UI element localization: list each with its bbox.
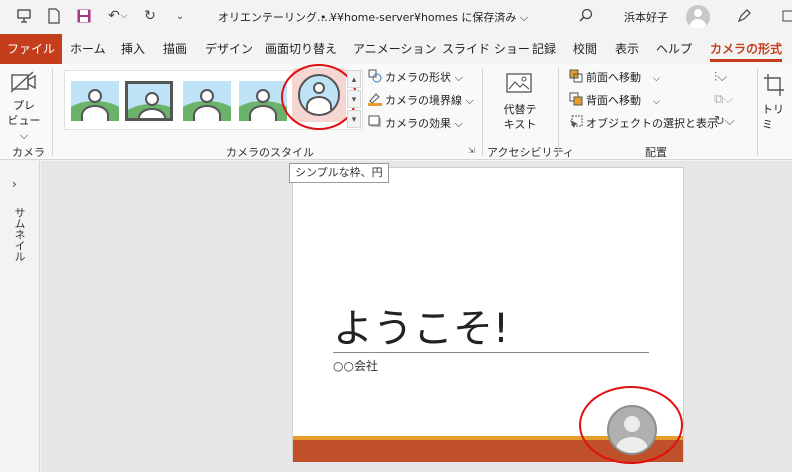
camera-effect-button[interactable]: カメラの効果 ⌵ (368, 114, 463, 134)
tab-record[interactable]: 記録 (532, 34, 556, 64)
style-thumb-4[interactable] (239, 81, 287, 121)
send-backward-dropdown-icon[interactable]: ⌵ (653, 97, 660, 107)
preview-label-line2: ビュー ⌵ (7, 114, 41, 142)
expand-thumbnails-icon[interactable]: › (12, 177, 17, 191)
effect-icon (368, 115, 381, 127)
ribbon-tabs: ファイル ホーム 挿入 描画 デザイン 画面切り替え アニメーション スライド … (0, 34, 792, 64)
bring-forward-icon (569, 69, 583, 83)
crop-icon (764, 74, 784, 96)
present-icon[interactable] (14, 6, 34, 26)
crop-button[interactable]: トリミ (762, 72, 792, 132)
rotate-icon[interactable]: ↻⌵ (714, 114, 735, 129)
customize-qat-icon[interactable]: ⌄ (170, 6, 190, 26)
tab-draw[interactable]: 描画 (163, 34, 187, 64)
thumbnails-label[interactable]: サムネイル (11, 207, 27, 262)
send-backward-label: 背面へ移動 (586, 94, 641, 107)
group-label-camera-style: カメラのスタイル (226, 146, 314, 159)
align-icon[interactable]: ⫶⌵ (714, 70, 727, 85)
alt-text-label: 代替テ (503, 103, 537, 116)
style-tooltip: シンプルな枠、円 (289, 163, 389, 183)
camera-effect-label: カメラの効果 ⌵ (385, 117, 463, 130)
thumbnail-pane: › サムネイル (0, 161, 40, 472)
camera-border-button[interactable]: カメラの境界線 ⌵ (368, 91, 474, 111)
save-status[interactable]: • ¥¥home-server¥homes に保存済み ⌵ (320, 9, 528, 25)
tab-file[interactable]: ファイル (0, 34, 62, 64)
camera-shape-label: カメラの形状 ⌵ (385, 71, 463, 84)
redo-icon[interactable]: ↻ (140, 6, 160, 26)
border-pen-icon (368, 93, 382, 106)
document-title: オリエンテーリング.… (218, 11, 332, 24)
preview-button[interactable]: プレ ビュー ⌵ (2, 70, 46, 143)
alt-text-icon (506, 73, 532, 93)
divider (558, 68, 559, 156)
slide-title-rule (333, 352, 649, 353)
send-backward-icon (569, 92, 583, 106)
tab-animations[interactable]: アニメーション (353, 34, 437, 64)
tab-insert[interactable]: 挿入 (121, 34, 145, 64)
selection-pane-label: オブジェクトの選択と表示 (586, 117, 718, 130)
style-thumb-2[interactable] (125, 81, 173, 121)
ribbon: プレ ビュー ⌵ カメラ ▴ ▾ ▾ カメラの形状 ⌵ カメラの境界線 ⌵ カメ… (0, 64, 792, 160)
preview-label: プレ (13, 99, 35, 112)
gallery-scroll-down-icon[interactable]: ▾ (347, 90, 361, 108)
annotation-circle-style (281, 64, 357, 130)
slide-title[interactable]: ようこそ! (333, 296, 509, 354)
tab-help[interactable]: ヘルプ (656, 34, 692, 64)
alt-text-button[interactable]: 代替テ キスト (498, 72, 542, 132)
group-label-camera: カメラ (12, 146, 45, 159)
group-label-arrange: 配置 (645, 146, 667, 159)
shape-icon (368, 69, 382, 83)
selection-pane-icon (570, 115, 583, 128)
user-avatar[interactable] (686, 5, 710, 29)
divider (482, 68, 483, 156)
camera-shape-button[interactable]: カメラの形状 ⌵ (368, 68, 463, 88)
camera-preview-icon (10, 71, 36, 93)
group-label-accessibility: アクセシビリティ (487, 146, 574, 159)
pen-icon[interactable] (734, 6, 754, 26)
tab-transitions[interactable]: 画面切り替え (265, 34, 337, 64)
new-file-icon[interactable] (44, 6, 64, 26)
minimize-icon[interactable] (778, 6, 792, 26)
gallery-more-icon[interactable]: ▾ (347, 110, 361, 128)
camera-border-label: カメラの境界線 ⌵ (385, 94, 474, 107)
search-icon[interactable] (576, 6, 596, 26)
tab-camera-format[interactable]: カメラの形式 (710, 34, 783, 64)
selection-pane-button[interactable]: オブジェクトの選択と表示 (569, 114, 718, 134)
divider (52, 68, 53, 156)
user-name[interactable]: 浜本好子 (624, 9, 668, 25)
gallery-scroll-up-icon[interactable]: ▴ (347, 70, 361, 88)
undo-dropdown-icon[interactable]: ⌵ (118, 6, 130, 26)
bring-forward-button[interactable]: 前面へ移動 ⌵ (569, 68, 660, 88)
style-thumb-3[interactable] (183, 81, 231, 121)
group-objects-icon[interactable]: ⧉⌵ (714, 92, 733, 107)
tab-slideshow[interactable]: スライド ショー (442, 34, 530, 64)
bring-forward-dropdown-icon[interactable]: ⌵ (653, 74, 660, 84)
tab-home[interactable]: ホーム (70, 34, 106, 64)
title-bar: ↶ ⌵ ↻ ⌄ オリエンテーリング.… • ¥¥home-server¥home… (0, 0, 792, 34)
divider (757, 68, 758, 156)
tab-view[interactable]: 表示 (615, 34, 639, 64)
tab-review[interactable]: 校閲 (573, 34, 597, 64)
tab-design[interactable]: デザイン (205, 34, 253, 64)
dialog-launcher-icon[interactable]: ⇲ (468, 146, 475, 155)
slide-subtitle[interactable]: ○○会社 (333, 357, 378, 374)
alt-text-label-line2: キスト (503, 118, 537, 131)
style-thumb-1[interactable] (71, 81, 119, 121)
crop-label: トリミ (762, 103, 784, 131)
bring-forward-label: 前面へ移動 (586, 71, 641, 84)
send-backward-button[interactable]: 背面へ移動 ⌵ (569, 91, 660, 111)
annotation-circle-camera (579, 386, 683, 464)
save-icon[interactable] (74, 6, 94, 26)
